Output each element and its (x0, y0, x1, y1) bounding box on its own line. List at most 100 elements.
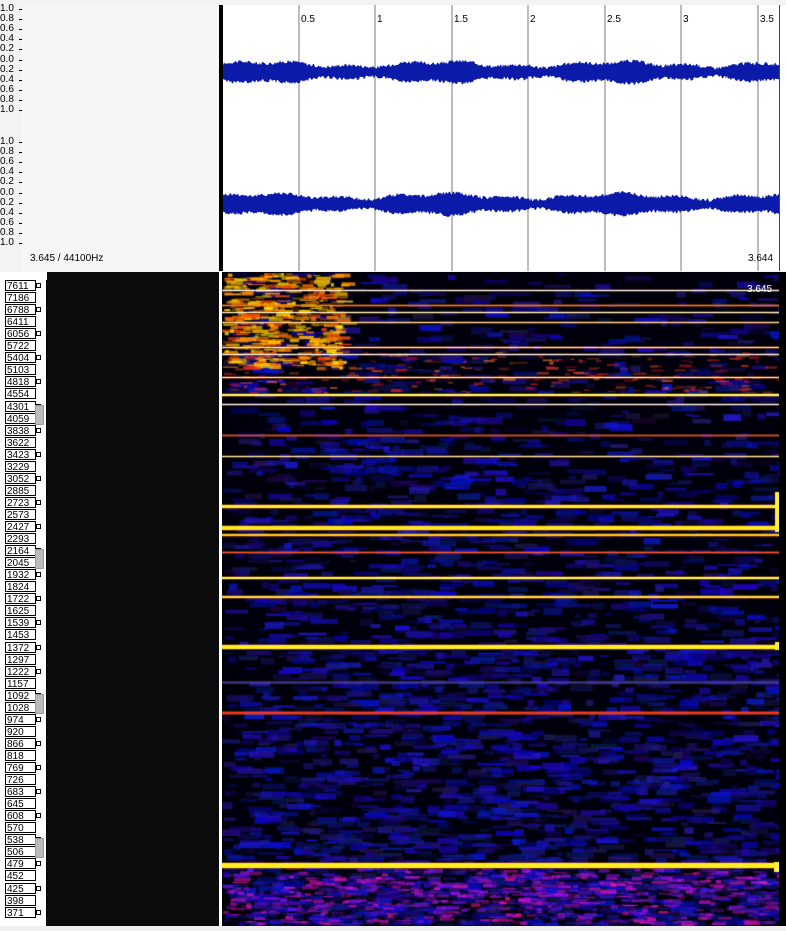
frequency-label: 371 (5, 906, 36, 919)
time-tick-label: 2 (530, 14, 536, 25)
frequency-marker[interactable] (36, 307, 41, 313)
frequency-label: 6056 (5, 328, 36, 340)
time-tick-label: 1 (377, 14, 383, 25)
time-tick-label: 3 (683, 14, 689, 25)
frequency-label: 4554 (5, 388, 36, 400)
sample-rate-status: 3.645 / 44100Hz (30, 253, 104, 264)
frequency-marker[interactable] (36, 644, 41, 650)
amplitude-scale: 1.0 0.8 0.6 0.4 0.2 0.0 0.2 0.4 0.6 0.8 1.0 1.0 0.8 0… (0, 4, 22, 271)
frequency-label: 818 (5, 749, 36, 762)
frequency-label: 726 (5, 774, 36, 786)
frequency-label: 4301 (5, 400, 36, 413)
frequency-label: 866 (5, 737, 36, 750)
frequency-label: 1625 (5, 605, 36, 617)
bottom-strip (0, 926, 786, 931)
frequency-scale[interactable]: 7611 7186 6788 6411 6056 5722 5404 5103 4818 4554… (0, 280, 47, 931)
frequency-marker[interactable] (36, 909, 41, 915)
frequency-label: 1722 (5, 593, 36, 605)
frequency-marker[interactable] (36, 379, 41, 385)
frequency-marker[interactable] (36, 499, 41, 505)
frequency-label: 1222 (5, 665, 36, 678)
frequency-label: 2573 (5, 508, 36, 521)
frequency-marker[interactable] (36, 596, 41, 602)
spectrogram-panel[interactable]: 7611 7186 6788 6411 6056 5722 5404 5103 4818 4554… (0, 272, 786, 931)
frequency-label: 452 (5, 870, 36, 882)
frequency-label: 5103 (5, 364, 36, 376)
spectrogram-plot[interactable] (222, 272, 779, 927)
frequency-marker[interactable] (36, 475, 41, 481)
frequency-label: 645 (5, 798, 36, 810)
amplitude-label: 1.0 (0, 104, 14, 115)
amplitude-label: 0.0 (0, 53, 14, 65)
frequency-marker[interactable] (36, 668, 41, 674)
frequency-label: 4818 (5, 376, 36, 388)
frequency-label: 2293 (5, 533, 36, 545)
frequency-label: 608 (5, 810, 36, 822)
spectrogram-empty-area (47, 272, 219, 931)
frequency-label: 2723 (5, 496, 36, 509)
frequency-marker[interactable] (36, 861, 41, 867)
frequency-label: 1824 (5, 581, 36, 593)
frequency-label: 920 (5, 725, 36, 738)
frequency-marker[interactable] (36, 789, 41, 795)
frequency-label: 425 (5, 882, 36, 895)
frequency-label: 2885 (5, 484, 36, 497)
frequency-marker[interactable] (36, 451, 41, 457)
time-tick-label: 3.5 (760, 14, 774, 25)
frequency-marker[interactable] (36, 885, 41, 891)
frequency-label: 4059 (5, 412, 36, 425)
spectrogram-right-edge (779, 272, 786, 931)
channel-waveform (222, 191, 779, 217)
spectrogram-canvas (222, 272, 779, 927)
frequency-label: 3052 (5, 472, 36, 485)
frequency-label: 1932 (5, 569, 36, 581)
frequency-marker[interactable] (36, 765, 41, 770)
frequency-band-handle[interactable] (35, 693, 44, 714)
frequency-marker[interactable] (36, 813, 41, 819)
frequency-label: 1539 (5, 617, 36, 629)
frequency-marker[interactable] (36, 427, 41, 433)
frequency-label: 5404 (5, 352, 36, 364)
frequency-band-handle[interactable] (35, 404, 44, 425)
end-time-label: 3.644 (748, 253, 774, 264)
frequency-label: 1297 (5, 653, 36, 666)
frequency-marker[interactable] (36, 331, 41, 337)
frequency-label: 2164 (5, 545, 36, 557)
frequency-band-handle[interactable] (35, 549, 44, 570)
frequency-label: 506 (5, 846, 36, 858)
frequency-label: 7611 (5, 280, 36, 292)
frequency-label: 1092 (5, 689, 36, 702)
frequency-label: 1372 (5, 641, 36, 654)
frequency-marker[interactable] (36, 283, 41, 288)
frequency-label: 1157 (5, 677, 36, 690)
frequency-label: 3229 (5, 460, 36, 473)
amplitude-label: 0.2 (0, 43, 14, 55)
frequency-label: 538 (5, 834, 36, 846)
frequency-label: 5722 (5, 340, 36, 352)
frequency-label: 769 (5, 762, 36, 774)
frequency-marker[interactable] (36, 572, 41, 578)
frequency-marker[interactable] (36, 620, 41, 626)
waveform-panel[interactable]: 1.0 0.8 0.6 0.4 0.2 0.0 0.2 0.4 0.6 0.8 1.0 1.0 0.8 0… (0, 0, 786, 272)
frequency-label: 974 (5, 713, 36, 726)
amplitude-label: 0.2 (0, 176, 14, 188)
frequency-band-handle[interactable] (35, 838, 44, 859)
time-tick-label: 1.5 (454, 14, 468, 25)
waveform-plot[interactable]: 0.5 1 1.5 2 2.5 3 3.5 (222, 5, 779, 271)
frequency-label: 3423 (5, 448, 36, 461)
frequency-label: 570 (5, 822, 36, 834)
channel-waveform (222, 59, 779, 85)
amplitude-label: 1.0 (0, 237, 14, 248)
frequency-label: 2045 (5, 557, 36, 569)
frequency-label: 398 (5, 894, 36, 907)
frequency-marker[interactable] (36, 355, 41, 361)
frequency-marker[interactable] (36, 524, 41, 529)
frequency-label: 479 (5, 858, 36, 870)
time-tick-label: 2.5 (607, 14, 621, 25)
frequency-label: 2427 (5, 521, 36, 533)
cursor-time-label: 3.645 (747, 284, 773, 295)
frequency-marker[interactable] (36, 740, 41, 746)
amplitude-label: 0.0 (0, 186, 14, 198)
time-tick-label: 0.5 (301, 14, 315, 25)
frequency-marker[interactable] (36, 716, 41, 722)
